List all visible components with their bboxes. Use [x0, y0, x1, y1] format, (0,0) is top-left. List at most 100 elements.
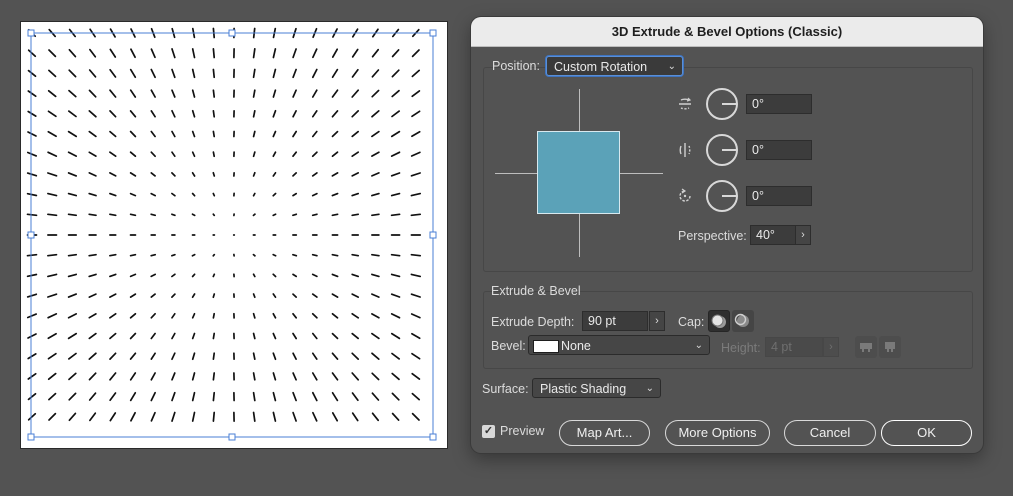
dash-stroke	[292, 293, 298, 298]
surface-dropdown[interactable]: Plastic Shading ⌄	[532, 378, 661, 398]
bevel-out-icon	[860, 343, 872, 352]
dash-stroke	[371, 151, 380, 157]
dash-pattern-artwork[interactable]	[21, 22, 447, 448]
dash-stroke	[272, 293, 277, 299]
dash-stroke	[26, 213, 38, 217]
height-field[interactable]: 4 pt	[765, 337, 823, 357]
dash-stroke	[212, 293, 216, 299]
dash-stroke	[150, 130, 156, 138]
ok-button[interactable]: OK	[881, 420, 972, 446]
dash-stroke	[191, 273, 196, 278]
chevron-right-icon: ›	[801, 229, 805, 241]
dash-stroke	[252, 253, 256, 257]
z-rotation-field[interactable]: 0°	[746, 186, 812, 206]
z-rotation-dial[interactable]	[706, 180, 738, 212]
dash-stroke	[109, 352, 117, 360]
dash-stroke	[411, 392, 421, 401]
dash-stroke	[26, 313, 38, 319]
dash-stroke	[171, 411, 176, 422]
checkmark-icon: ✓	[483, 425, 494, 437]
dash-stroke	[272, 171, 277, 177]
extrude-depth-slider-button[interactable]: ›	[649, 311, 665, 331]
cube-preview[interactable]	[537, 131, 620, 214]
dash-stroke	[109, 253, 117, 257]
dash-stroke	[68, 69, 77, 78]
bevel-label: Bevel:	[491, 339, 526, 353]
cap-on-button[interactable]	[708, 310, 730, 332]
dash-stroke	[410, 253, 422, 257]
dash-stroke	[272, 213, 277, 217]
dash-stroke	[89, 48, 97, 58]
bevel-in-button[interactable]	[879, 336, 901, 358]
cap-off-button[interactable]	[732, 310, 754, 332]
y-rotation-dial[interactable]	[706, 134, 738, 166]
position-dropdown[interactable]: Custom Rotation ⌄	[546, 56, 683, 76]
dash-stroke	[212, 352, 216, 361]
dash-stroke	[212, 372, 216, 381]
chevron-down-icon: ⌄	[667, 61, 676, 72]
dash-stroke	[129, 332, 137, 340]
x-rotation-dial[interactable]	[706, 88, 738, 120]
bevel-dropdown[interactable]: None ⌄	[528, 335, 710, 355]
dash-stroke	[88, 273, 97, 278]
dash-stroke	[47, 213, 58, 217]
dash-stroke	[191, 89, 196, 98]
dash-stroke	[88, 293, 97, 298]
perspective-field[interactable]: 40°	[750, 225, 796, 245]
dash-stroke	[191, 352, 196, 361]
dash-stroke	[67, 151, 78, 157]
preview-checkbox[interactable]: ✓	[482, 425, 495, 438]
dash-stroke	[67, 253, 78, 257]
dash-stroke	[150, 253, 157, 257]
selection-handle[interactable]	[429, 231, 437, 239]
dash-stroke	[311, 89, 318, 98]
dash-stroke	[109, 392, 117, 402]
dash-stroke	[351, 392, 359, 402]
dash-stroke	[272, 273, 277, 278]
dash-stroke	[390, 253, 401, 257]
dash-stroke	[331, 253, 339, 257]
cancel-button[interactable]: Cancel	[784, 420, 876, 446]
dash-stroke	[109, 273, 117, 278]
selection-handle[interactable]	[27, 231, 35, 239]
dash-stroke	[292, 172, 298, 177]
rotation-preview[interactable]	[495, 89, 663, 257]
artboard-canvas[interactable]	[21, 22, 447, 448]
dash-stroke	[130, 411, 136, 422]
dash-stroke	[171, 312, 176, 319]
selection-handle[interactable]	[228, 29, 236, 37]
height-slider-button[interactable]: ›	[823, 337, 839, 357]
dash-stroke	[171, 253, 176, 257]
selection-handle[interactable]	[27, 433, 35, 441]
perspective-slider-button[interactable]: ›	[795, 225, 811, 245]
dash-stroke	[191, 109, 196, 118]
y-rotation-field[interactable]: 0°	[746, 140, 812, 160]
dash-stroke	[150, 151, 156, 158]
dash-stroke	[292, 68, 297, 79]
dash-stroke	[331, 48, 339, 58]
dash-stroke	[272, 89, 277, 98]
dash-stroke	[26, 253, 38, 257]
selection-handle[interactable]	[27, 29, 35, 37]
bevel-out-button[interactable]	[855, 336, 877, 358]
dash-stroke	[171, 293, 176, 298]
dash-stroke	[27, 372, 37, 380]
selection-handle[interactable]	[429, 433, 437, 441]
dash-stroke	[88, 213, 97, 217]
more-options-button[interactable]: More Options	[665, 420, 770, 446]
dash-stroke	[252, 312, 256, 319]
extrude-depth-field[interactable]: 90 pt	[582, 311, 648, 331]
dash-stroke	[68, 372, 77, 381]
selection-handle[interactable]	[429, 29, 437, 37]
dash-stroke	[171, 273, 176, 278]
dash-stroke	[47, 192, 58, 197]
dash-stroke	[371, 352, 380, 360]
dash-stroke	[272, 391, 277, 402]
x-rotation-field[interactable]: 0°	[746, 94, 812, 114]
map-art-button[interactable]: Map Art...	[559, 420, 650, 446]
dash-stroke	[411, 372, 421, 380]
dash-stroke	[371, 110, 380, 118]
selection-handle[interactable]	[228, 433, 236, 441]
preview-label[interactable]: Preview	[500, 424, 544, 438]
dash-stroke	[150, 372, 156, 381]
